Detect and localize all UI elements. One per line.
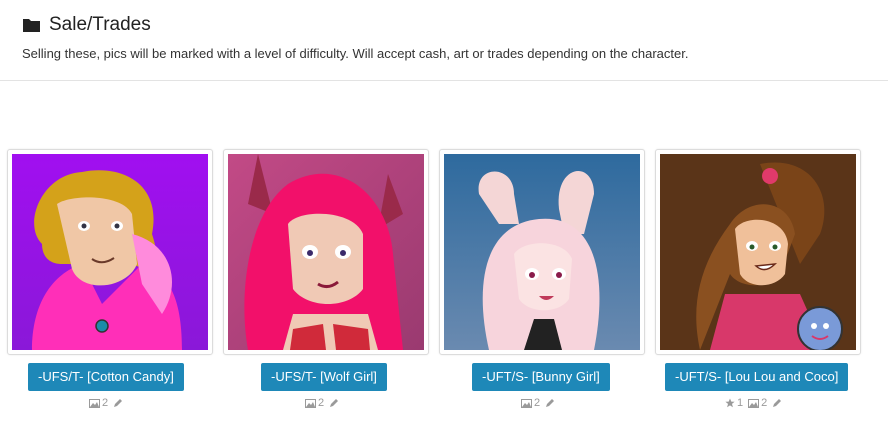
character-illustration [12,154,208,350]
gallery-grid: -UFS/T- [Cotton Candy] 2 -UFS/T- [Wolf G… [0,148,888,421]
item-stats: 2 [89,397,130,409]
gallery-item: -UFT/S- [Lou Lou and Coco] 1 2 [655,148,871,413]
pencil-icon[interactable] [545,398,555,408]
folder-icon [22,17,41,33]
thumbnail-bunny-girl[interactable] [444,154,640,350]
image-count-value: 2 [761,397,768,409]
page-header: Sale/Trades Selling these, pics will be … [0,0,888,81]
pencil-icon[interactable] [329,398,339,408]
thumbnail-frame[interactable] [223,149,429,355]
image-count-value: 2 [534,397,541,409]
item-stats: 2 [521,397,562,409]
character-illustration [660,154,856,350]
image-count: 2 [305,397,324,409]
image-count: 2 [521,397,540,409]
pencil-icon[interactable] [113,398,123,408]
title-row: Sale/Trades [22,14,151,36]
image-count: 2 [89,397,108,409]
item-stats: 1 2 [725,397,789,409]
edit-link[interactable] [329,398,341,408]
item-title-button[interactable]: -UFS/T- [Cotton Candy] [28,363,184,391]
thumbnail-frame[interactable] [439,149,645,355]
page-title: Sale/Trades [49,14,151,35]
image-icon [748,398,760,408]
item-title-button[interactable]: -UFT/S- [Lou Lou and Coco] [665,363,849,391]
item-title-button[interactable]: -UFS/T- [Wolf Girl] [261,363,387,391]
thumbnail-frame[interactable] [655,149,861,355]
gallery-item: -UFT/S- [Bunny Girl] 2 [439,148,655,413]
pencil-icon[interactable] [772,398,782,408]
character-illustration [228,154,424,350]
image-icon [305,398,316,408]
star-icon [725,398,735,408]
item-title-button[interactable]: -UFT/S- [Bunny Girl] [472,363,610,391]
thumbnail-frame[interactable] [7,149,213,355]
image-count-value: 2 [318,397,325,409]
image-icon [521,398,532,408]
edit-link[interactable] [545,398,557,408]
thumbnail-lou-lou-and-coco[interactable] [660,154,856,350]
gallery-item: -UFS/T- [Wolf Girl] 2 [223,148,439,413]
folder-description: Selling these, pics will be marked with … [22,46,689,61]
edit-link[interactable] [113,398,125,408]
favorite-count-value: 1 [737,397,744,409]
item-stats: 2 [305,397,346,409]
thumbnail-wolf-girl[interactable] [228,154,424,350]
gallery-item: -UFS/T- [Cotton Candy] 2 [7,148,223,413]
image-count-value: 2 [102,397,109,409]
image-count: 2 [748,397,767,409]
favorite-count: 1 [725,397,743,409]
edit-link[interactable] [772,398,784,408]
thumbnail-cotton-candy[interactable] [12,154,208,350]
image-icon [89,398,100,408]
character-illustration [444,154,640,350]
